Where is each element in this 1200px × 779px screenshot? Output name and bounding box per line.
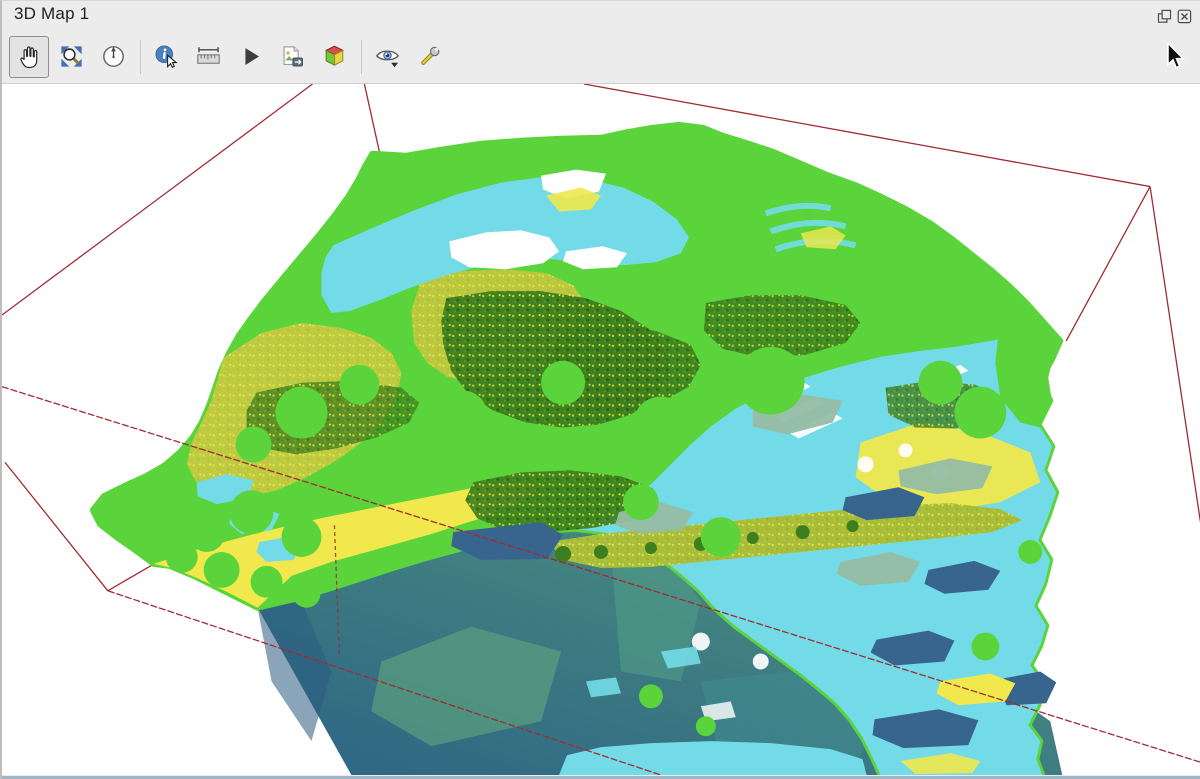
close-icon bbox=[1177, 9, 1192, 24]
3d-map-panel: 3D Map 1 bbox=[0, 0, 1200, 779]
eye-icon bbox=[373, 43, 402, 70]
toolbar-button-camera-view[interactable] bbox=[367, 36, 407, 78]
compass-icon bbox=[100, 43, 127, 70]
chevron-down-icon bbox=[391, 63, 398, 68]
toolbar-button-pan[interactable] bbox=[9, 36, 49, 78]
float-window-button[interactable] bbox=[1157, 9, 1172, 24]
3d-map-toolbar bbox=[2, 30, 1200, 84]
toolbar-button-zoom-full[interactable] bbox=[51, 36, 91, 78]
toolbar-button-configure[interactable] bbox=[409, 36, 449, 78]
wrench-icon bbox=[416, 43, 443, 70]
cube-3d-icon bbox=[321, 43, 348, 70]
toolbar-button-camera-orbit[interactable] bbox=[93, 36, 133, 78]
panel-titlebar[interactable]: 3D Map 1 bbox=[2, 1, 1200, 30]
3d-map-viewport[interactable] bbox=[2, 84, 1200, 775]
toolbar-separator bbox=[140, 40, 141, 74]
zoom-full-icon bbox=[58, 43, 85, 70]
toolbar-button-animations[interactable] bbox=[230, 36, 270, 78]
toolbar-button-identify[interactable] bbox=[146, 36, 186, 78]
window-controls bbox=[1157, 9, 1192, 24]
float-window-icon bbox=[1157, 9, 1172, 24]
save-image-icon bbox=[279, 43, 306, 70]
toolbar-separator bbox=[361, 40, 362, 74]
ruler-icon bbox=[195, 43, 222, 70]
identify-icon bbox=[153, 43, 180, 70]
play-icon bbox=[237, 43, 264, 70]
toolbar-button-export-scene[interactable] bbox=[314, 36, 354, 78]
panel-title: 3D Map 1 bbox=[14, 4, 89, 24]
toolbar-button-measure-line[interactable] bbox=[188, 36, 228, 78]
pan-hand-icon bbox=[16, 43, 43, 70]
close-panel-button[interactable] bbox=[1177, 9, 1192, 24]
toolbar-button-save-image[interactable] bbox=[272, 36, 312, 78]
